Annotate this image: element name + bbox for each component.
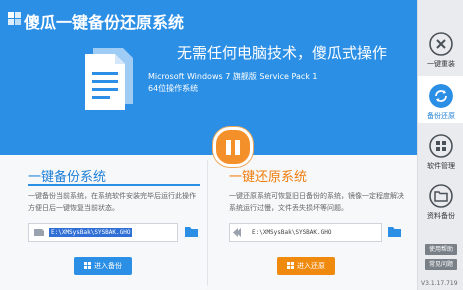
backup-underline [28,184,200,186]
app-logo-icon [8,12,21,25]
pause-button[interactable] [213,127,253,167]
restore-description: 一键还原系统可恢复旧日备份的系统，镜像一定程度解决系统运行过慢，文件丢失损坏等问… [229,192,404,212]
os-info: Microsoft Windows 7 旗舰版 Service Pack 1 6… [148,71,318,95]
restore-path-field[interactable]: E:\XMSysBak\SYSBAK.GHO [229,223,382,242]
sidebar-item-backup-restore[interactable]: 备份还原 [418,76,463,123]
sidebar-item-label: 资料备份 [427,212,455,220]
grid-icon [429,134,453,158]
backup-path-value: E:\XMSysBak\SYSBAK.GHO [49,228,133,237]
windows-icon [84,262,91,269]
sidebar-item-label: 一键重装 [427,60,455,68]
folder-icon [429,184,453,208]
restore-path-text: E:\XMSysBak\SYSBAK.GHO [252,229,332,236]
backup-title: 一键备份系统 [28,170,107,185]
enter-backup-label: 进入备份 [94,262,122,270]
sidebar: 一键重装 备份还原 软件管理 资料备份 使用帮助 常见问题 [417,0,463,290]
backup-description: 一键备份当前系统，在系统软件安装完毕后运行此操作方便日后一键恢复当前状态。 [28,192,196,212]
version-label: V3.1.17.719 [421,280,458,287]
help-button[interactable]: 使用帮助 [425,244,457,255]
backup-path-field[interactable]: E:\XMSysBak\SYSBAK.GHO [28,223,178,242]
slogan: 无需任何电脑技术，傻瓜式操作 [177,44,388,62]
sidebar-item-data-backup[interactable]: 资料备份 [418,176,463,223]
pause-icon-bar-left [226,140,231,155]
sidebar-item-reinstall[interactable]: 一键重装 [418,24,463,71]
faq-button[interactable]: 常见问题 [425,259,457,270]
sidebar-item-label: 备份还原 [427,112,455,120]
sidebar-item-software[interactable]: 软件管理 [418,126,463,173]
sidebar-item-label: 软件管理 [427,162,455,170]
pause-icon-bar-right [235,140,240,155]
os-arch: 64位操作系统 [148,84,199,93]
backup-path-icon [34,229,44,236]
restore-title: 一键还原系统 [229,170,308,185]
close-x-icon [429,32,453,56]
backup-path-text: E:\XMSysBak\SYSBAK.GHO [49,224,133,241]
enter-backup-button[interactable]: 进入备份 [74,257,132,275]
os-name: Microsoft Windows 7 旗舰版 Service Pack 1 [148,72,318,81]
document-icon [85,48,133,110]
enter-restore-label: 进入还原 [297,262,325,270]
backup-browse-folder-icon[interactable] [184,225,199,238]
sync-icon [429,84,453,108]
enter-restore-button[interactable]: 进入还原 [277,257,335,275]
restore-browse-folder-icon[interactable] [387,225,402,238]
app-title: 傻瓜一键备份还原系统 [24,13,185,32]
back-arrow-icon [233,228,241,237]
windows-icon [287,262,294,269]
